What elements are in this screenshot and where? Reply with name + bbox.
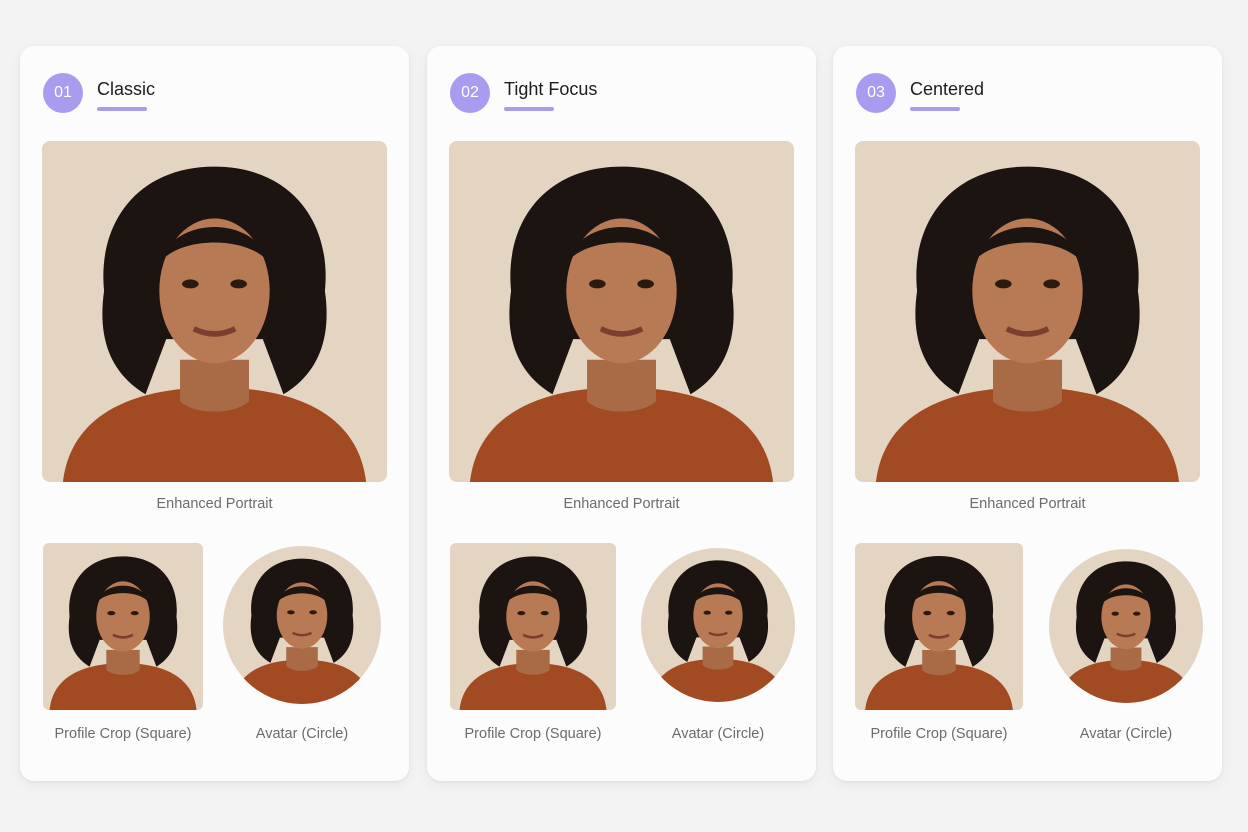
title-underline: [97, 107, 147, 111]
profile-crop-square-image[interactable]: [450, 543, 616, 710]
profile-crop-caption: Profile Crop (Square): [464, 726, 602, 742]
card-number-badge: 03: [856, 73, 896, 113]
avatar-caption: Avatar (Circle): [255, 726, 349, 742]
card-number-badge: 02: [450, 73, 490, 113]
avatar-circle-image[interactable]: [641, 548, 795, 702]
title-underline: [910, 107, 960, 111]
avatar-caption: Avatar (Circle): [1079, 726, 1173, 742]
avatar-circle-image[interactable]: [223, 546, 381, 704]
card-title: Tight Focus: [504, 79, 598, 99]
card-number-badge: 01: [43, 73, 83, 113]
title-underline: [504, 107, 554, 111]
enhanced-portrait-caption: Enhanced Portrait: [563, 496, 680, 512]
profile-crop-caption: Profile Crop (Square): [870, 726, 1008, 742]
variant-card-classic: 01 Classic Enhanced Portrait Profile Cro…: [20, 46, 409, 781]
card-title: Classic: [97, 79, 156, 99]
profile-crop-square-image[interactable]: [43, 543, 203, 710]
enhanced-portrait-image[interactable]: [42, 141, 387, 482]
enhanced-portrait-caption: Enhanced Portrait: [156, 496, 273, 512]
variant-card-centered: 03 Centered Enhanced Portrait Profile Cr…: [833, 46, 1222, 781]
enhanced-portrait-image[interactable]: [449, 141, 794, 482]
enhanced-portrait-caption: Enhanced Portrait: [969, 496, 1086, 512]
profile-crop-square-image[interactable]: [855, 543, 1023, 710]
card-title: Centered: [910, 79, 985, 99]
avatar-circle-image[interactable]: [1049, 549, 1203, 703]
avatar-caption: Avatar (Circle): [671, 726, 765, 742]
enhanced-portrait-image[interactable]: [855, 141, 1200, 482]
variant-card-tight-focus: 02 Tight Focus Enhanced Portrait Profile…: [427, 46, 816, 781]
profile-crop-caption: Profile Crop (Square): [54, 726, 192, 742]
